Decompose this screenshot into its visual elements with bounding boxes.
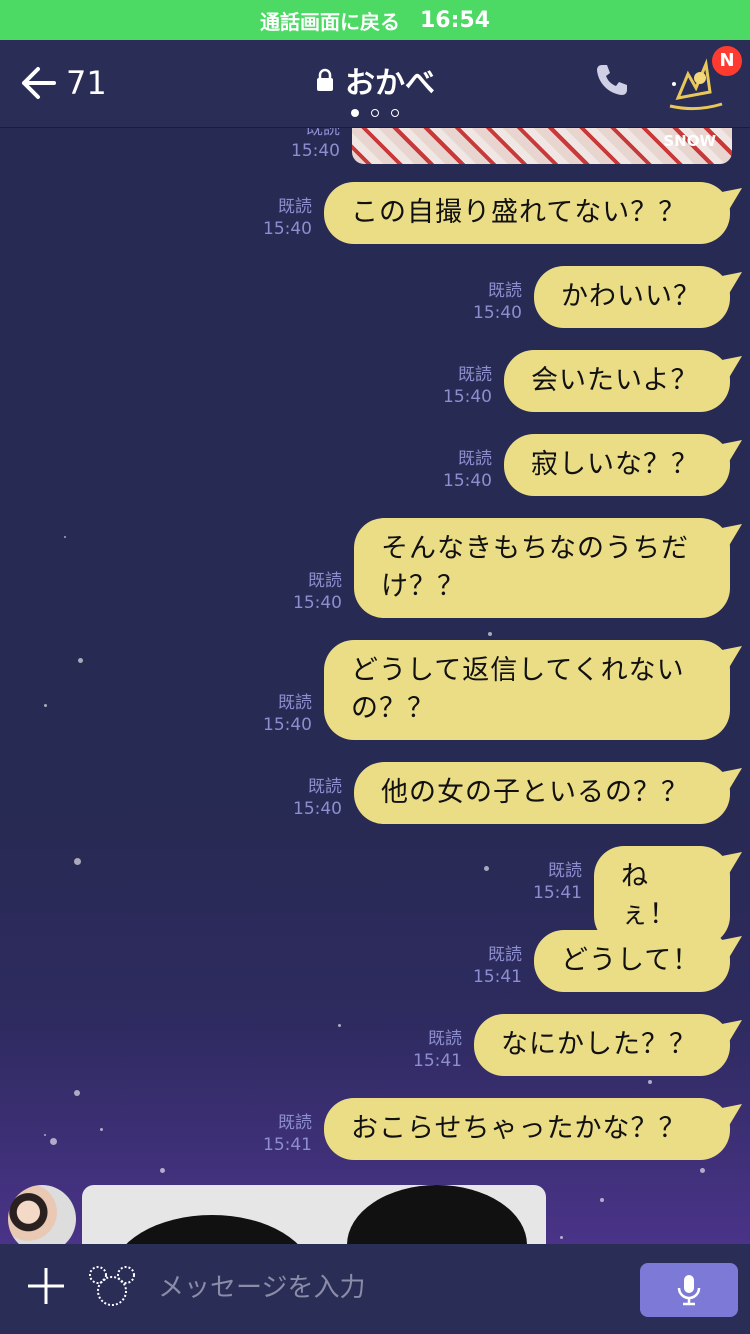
return-to-call-label: 通話画面に戻る — [259, 9, 400, 34]
sparkle — [160, 1168, 165, 1173]
read-label: 既読 — [428, 1029, 462, 1049]
sparkle — [50, 1138, 57, 1145]
sparkle — [484, 866, 489, 871]
notification-badge: N — [710, 44, 744, 78]
sparkle — [648, 1080, 652, 1084]
read-label: 既読 — [278, 1113, 312, 1133]
message-time: 15:41 — [413, 1051, 462, 1071]
message-meta: 既読 15:40 — [293, 776, 342, 820]
message-meta: 既読 15:40 — [443, 448, 492, 492]
sparkle — [44, 704, 47, 707]
message-bubble[interactable]: そんなきもちなのうちだけ？？ — [354, 518, 730, 618]
page-dot-active — [351, 109, 359, 117]
message-time: 15:41 — [473, 967, 522, 987]
message-meta: 既読 15:41 — [413, 1028, 462, 1072]
read-label: 既読 — [278, 693, 312, 713]
sparkle — [338, 1024, 341, 1027]
sparkle — [74, 858, 81, 865]
sparkle — [74, 1090, 80, 1096]
message-bubble[interactable]: 会いたいよ？ — [504, 350, 730, 412]
chat-area[interactable]: SNOW 既読 15:40 この自撮り盛れてない？？ 既読 15:40 かわいい？ 既読… — [0, 128, 750, 1244]
message-bubble[interactable]: なにかした？？ — [474, 1014, 730, 1076]
sticker-icon[interactable] — [88, 1264, 136, 1308]
read-label: 既読 — [458, 449, 492, 469]
chat-title-area[interactable]: おかべ — [0, 58, 750, 102]
message-meta: 既読 15:40 — [291, 128, 340, 162]
sparkle — [64, 536, 66, 538]
page-dot — [371, 109, 379, 117]
clock-time: 16:54 — [419, 7, 491, 33]
message-bubble[interactable]: どうして返信してくれないの？？ — [324, 640, 730, 740]
message-bubble[interactable]: おこらせちゃったかな？？ — [324, 1098, 730, 1160]
mic-icon — [677, 1275, 701, 1306]
message-meta: 既読 15:41 — [473, 944, 522, 988]
read-label: 既読 — [308, 571, 342, 591]
message-time: 15:41 — [263, 1135, 312, 1155]
snow-watermark: SNOW — [663, 132, 716, 150]
read-label: 既読 — [488, 281, 522, 301]
message-bubble[interactable]: 寂しいな？？ — [504, 434, 730, 496]
chat-header: 71 おかべ N — [0, 40, 750, 128]
page-dot — [391, 109, 399, 117]
photo-message[interactable]: SNOW — [352, 128, 732, 164]
friend-avatar[interactable] — [8, 1185, 76, 1244]
message-time: 15:40 — [443, 387, 492, 407]
phone-icon[interactable] — [594, 62, 630, 98]
message-meta: 既読 15:40 — [293, 570, 342, 614]
sparkle — [560, 1236, 563, 1239]
message-time: 15:40 — [443, 471, 492, 491]
message-bubble[interactable]: かわいい？ — [534, 266, 730, 328]
message-time: 15:41 — [533, 883, 582, 903]
message-meta: 既読 15:40 — [263, 692, 312, 736]
message-time: 15:40 — [293, 593, 342, 613]
read-label: 既読 — [278, 197, 312, 217]
message-time: 15:40 — [293, 799, 342, 819]
message-bubble[interactable]: 他の女の子といるの？？ — [354, 762, 730, 824]
sparkle — [78, 658, 83, 663]
sparkle — [600, 1198, 604, 1202]
read-label: 既読 — [548, 861, 582, 881]
message-bubble[interactable]: この自撮り盛れてない？？ — [324, 182, 730, 244]
sparkle — [100, 1128, 103, 1131]
page-indicator — [0, 102, 750, 121]
message-time: 15:40 — [473, 303, 522, 323]
friend-photo-message[interactable] — [82, 1185, 546, 1244]
message-meta: 既読 15:41 — [533, 860, 582, 904]
read-label: 既読 — [458, 365, 492, 385]
message-bubble[interactable]: どうして！ — [534, 930, 730, 992]
message-meta: 既読 15:41 — [263, 1112, 312, 1156]
message-input[interactable] — [152, 1258, 634, 1318]
lock-icon — [317, 68, 333, 91]
message-meta: 既読 15:40 — [263, 196, 312, 240]
message-time: 15:40 — [291, 141, 340, 161]
message-meta: 既読 15:40 — [443, 364, 492, 408]
chat-title: おかべ — [345, 66, 435, 101]
mic-button[interactable] — [640, 1263, 738, 1317]
message-time: 15:40 — [263, 715, 312, 735]
read-label: 既読 — [488, 945, 522, 965]
sparkle — [700, 1168, 705, 1173]
plus-icon[interactable] — [26, 1266, 66, 1306]
message-time: 15:40 — [263, 219, 312, 239]
message-input-bar — [0, 1244, 750, 1334]
message-meta: 既読 15:40 — [473, 280, 522, 324]
read-label: 既読 — [306, 128, 340, 139]
return-to-call-banner[interactable]: 通話画面に戻る 16:54 — [0, 0, 750, 40]
read-label: 既読 — [308, 777, 342, 797]
sparkle — [488, 632, 492, 636]
sparkle — [44, 1134, 46, 1136]
